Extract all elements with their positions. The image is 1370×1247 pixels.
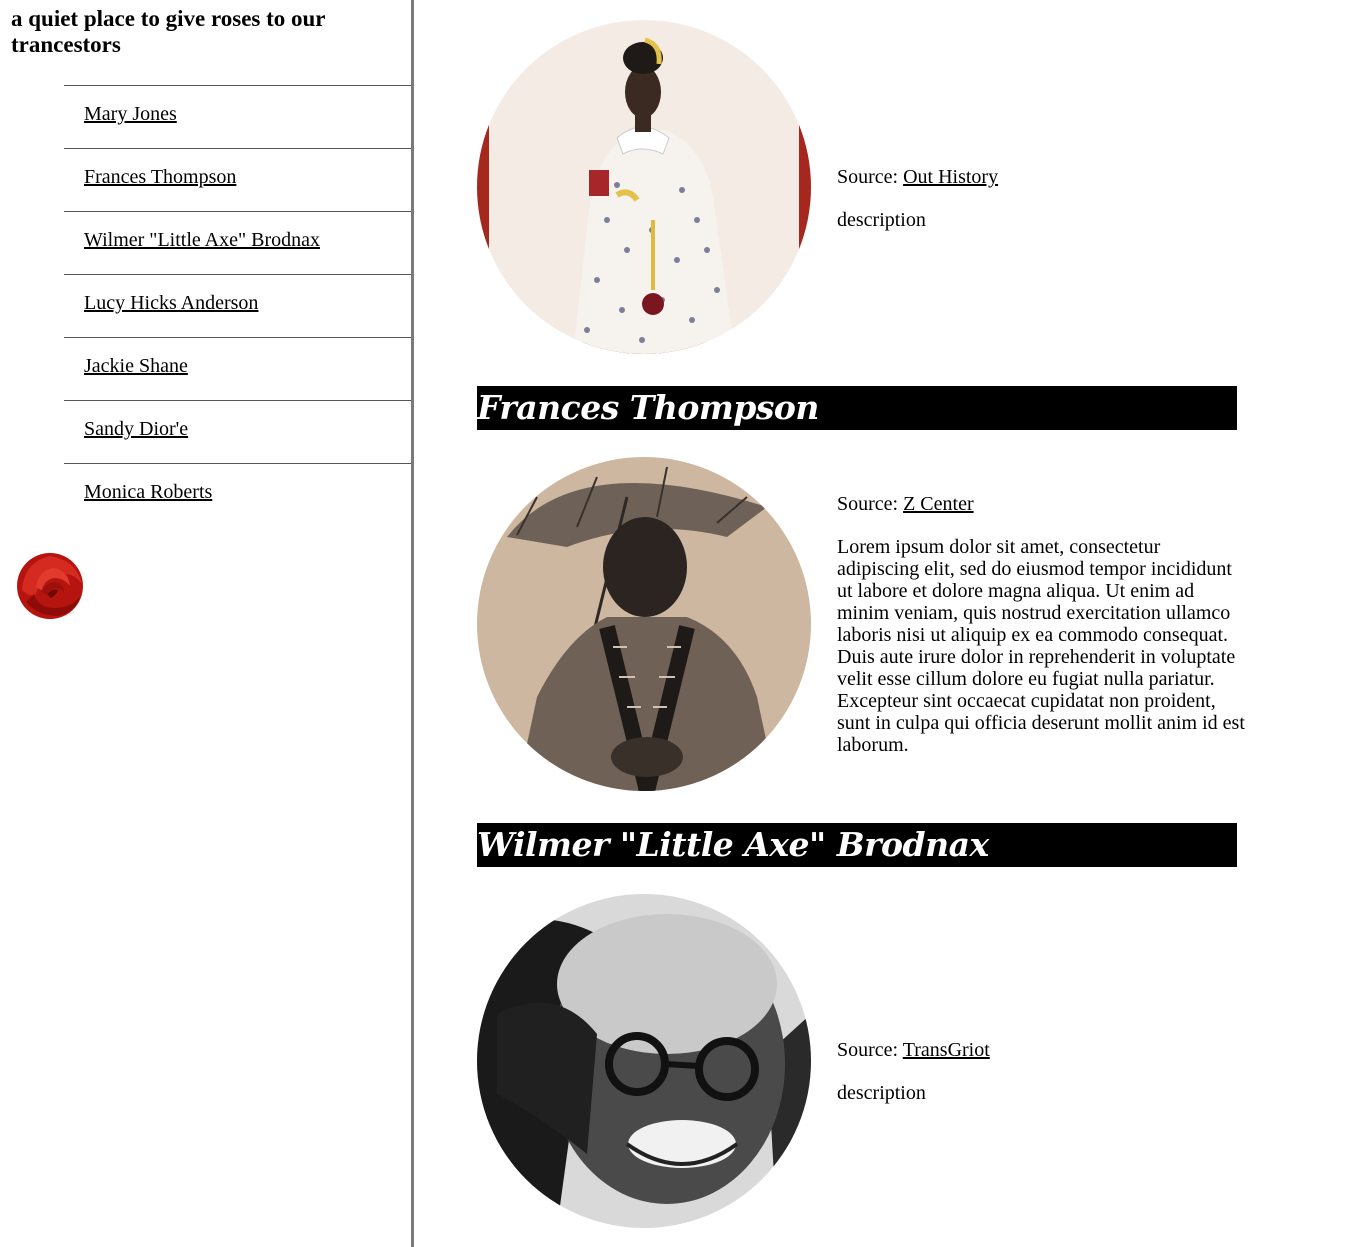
nav-link-jackie-shane[interactable]: Jackie Shane xyxy=(84,354,188,378)
source-label: Source: xyxy=(837,493,899,515)
source-line: Source: TransGriot xyxy=(837,1039,1247,1061)
nav-item: Wilmer "Little Axe" Brodnax xyxy=(64,211,411,274)
nav-item: Frances Thompson xyxy=(64,148,411,211)
nav-item: Jackie Shane xyxy=(64,337,411,400)
source-label: Source: xyxy=(837,1039,899,1061)
nav-item: Monica Roberts xyxy=(64,463,411,526)
entry-description: description xyxy=(837,1082,926,1104)
main-content: Source: Out History description Frances … xyxy=(414,0,1370,1247)
nav-link-wilmer-brodnax[interactable]: Wilmer "Little Axe" Brodnax xyxy=(84,228,320,252)
site-title: a quiet place to give roses to our tranc… xyxy=(11,6,326,57)
entry-info-mary-jones: Source: Out History description xyxy=(837,166,1247,231)
nav-link-frances-thompson[interactable]: Frances Thompson xyxy=(84,165,236,189)
nav-item: Sandy Dior'e xyxy=(64,400,411,463)
nav-item: Mary Jones xyxy=(64,85,411,148)
entry-info-frances-thompson: Source: Z Center Lorem ipsum dolor sit a… xyxy=(837,493,1247,756)
portrait-wilmer-brodnax xyxy=(477,894,811,1228)
source-line: Source: Out History xyxy=(837,166,1247,188)
entry-description: Lorem ipsum dolor sit amet, consectetur … xyxy=(837,536,1245,756)
nav-item: Lucy Hicks Anderson xyxy=(64,274,411,337)
sidebar-nav: Mary Jones Frances Thompson Wilmer "Litt… xyxy=(64,85,411,526)
nav-link-sandy-diore[interactable]: Sandy Dior'e xyxy=(84,417,188,441)
rose-icon xyxy=(17,553,83,619)
entry-info-wilmer-brodnax: Source: TransGriot description xyxy=(837,1039,1247,1104)
entry-name-heading: Wilmer "Little Axe" Brodnax xyxy=(477,823,1237,867)
portrait-frances-thompson xyxy=(477,457,811,791)
portrait-mary-jones xyxy=(477,20,811,354)
sidebar: a quiet place to give roses to our tranc… xyxy=(0,0,414,1247)
nav-link-lucy-hicks-anderson[interactable]: Lucy Hicks Anderson xyxy=(84,291,258,315)
entry-name-heading: Frances Thompson xyxy=(477,386,1237,430)
source-line: Source: Z Center xyxy=(837,493,1247,515)
source-link[interactable]: Z Center xyxy=(903,493,974,515)
source-link[interactable]: TransGriot xyxy=(903,1039,990,1061)
source-label: Source: xyxy=(837,166,899,188)
source-link[interactable]: Out History xyxy=(903,166,998,188)
nav-link-mary-jones[interactable]: Mary Jones xyxy=(84,102,177,126)
entry-description: description xyxy=(837,209,926,231)
nav-link-monica-roberts[interactable]: Monica Roberts xyxy=(84,480,212,504)
